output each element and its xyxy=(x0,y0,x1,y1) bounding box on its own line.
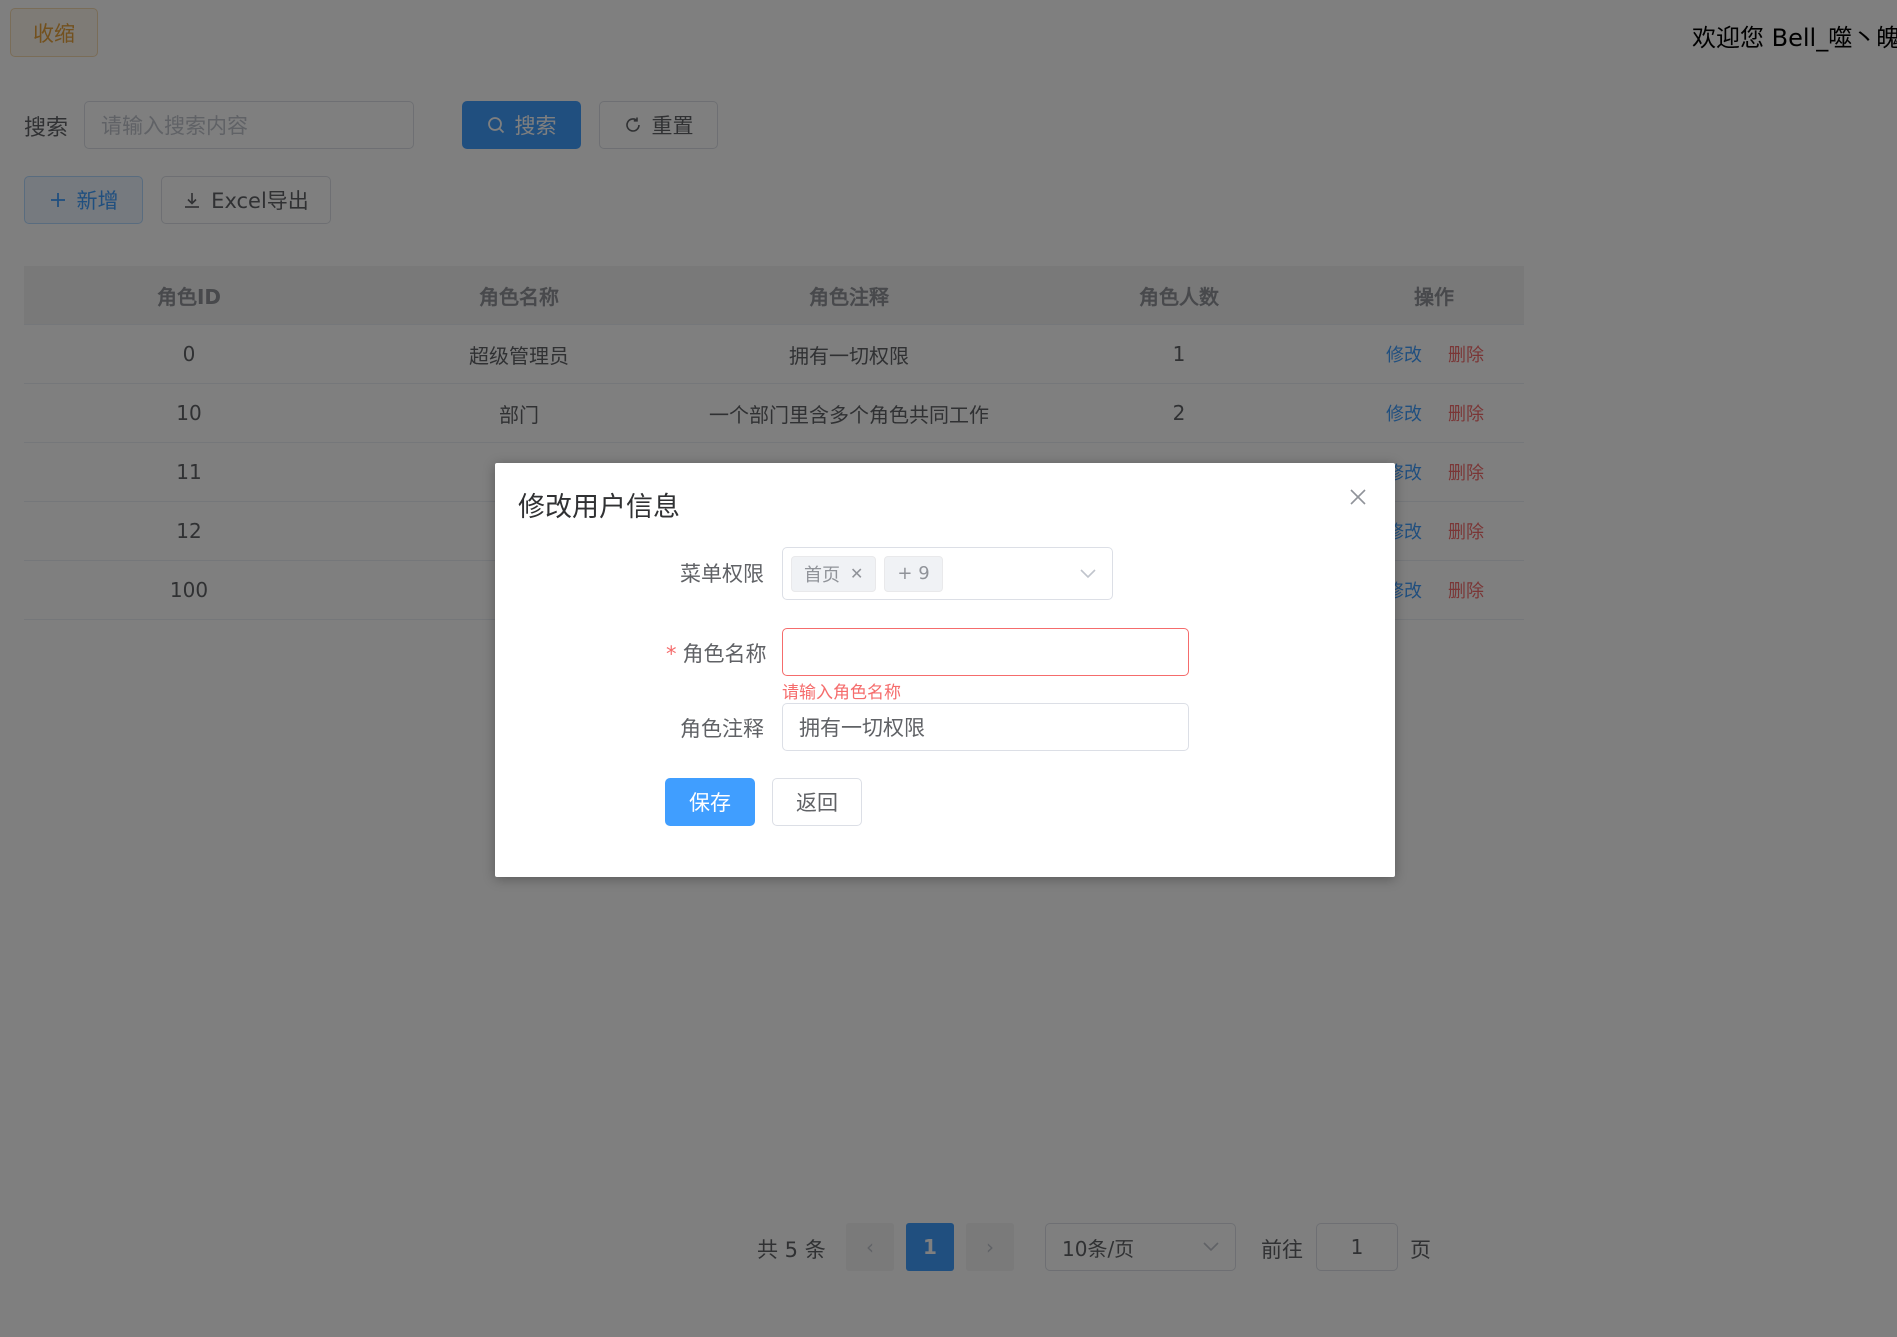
role-name-label-text: 角色名称 xyxy=(682,642,767,666)
role-note-input[interactable]: 拥有一切权限 xyxy=(782,703,1189,751)
role-note-label: 角色注释 xyxy=(680,717,764,741)
save-button[interactable]: 保存 xyxy=(665,778,755,826)
role-name-label: * 角色名称 xyxy=(666,638,767,668)
edit-dialog: 修改用户信息 菜单权限 首页 ✕ + 9 * 角色名称 请输入角色名称 角色注释 … xyxy=(495,463,1395,877)
back-button[interactable]: 返回 xyxy=(772,778,862,826)
menu-tag-label: 首页 xyxy=(804,564,840,586)
role-name-error: 请输入角色名称 xyxy=(782,683,901,703)
close-button[interactable] xyxy=(1346,485,1370,509)
dialog-title: 修改用户信息 xyxy=(518,492,680,523)
role-name-input[interactable] xyxy=(782,628,1189,676)
menu-permission-select[interactable]: 首页 ✕ + 9 xyxy=(782,547,1113,600)
menu-more-tag: + 9 xyxy=(884,555,943,592)
tag-close-icon[interactable]: ✕ xyxy=(850,564,863,583)
close-icon xyxy=(1350,489,1366,505)
chevron-down-icon xyxy=(1080,568,1096,578)
menu-permission-label: 菜单权限 xyxy=(680,562,764,586)
required-mark: * xyxy=(666,642,677,666)
menu-tag: 首页 ✕ xyxy=(791,555,877,592)
page: 收缩 欢迎您 Bell_噬丶魄 搜索 请输入搜索内容 搜索 重置 新增 Exce… xyxy=(0,0,1897,1337)
